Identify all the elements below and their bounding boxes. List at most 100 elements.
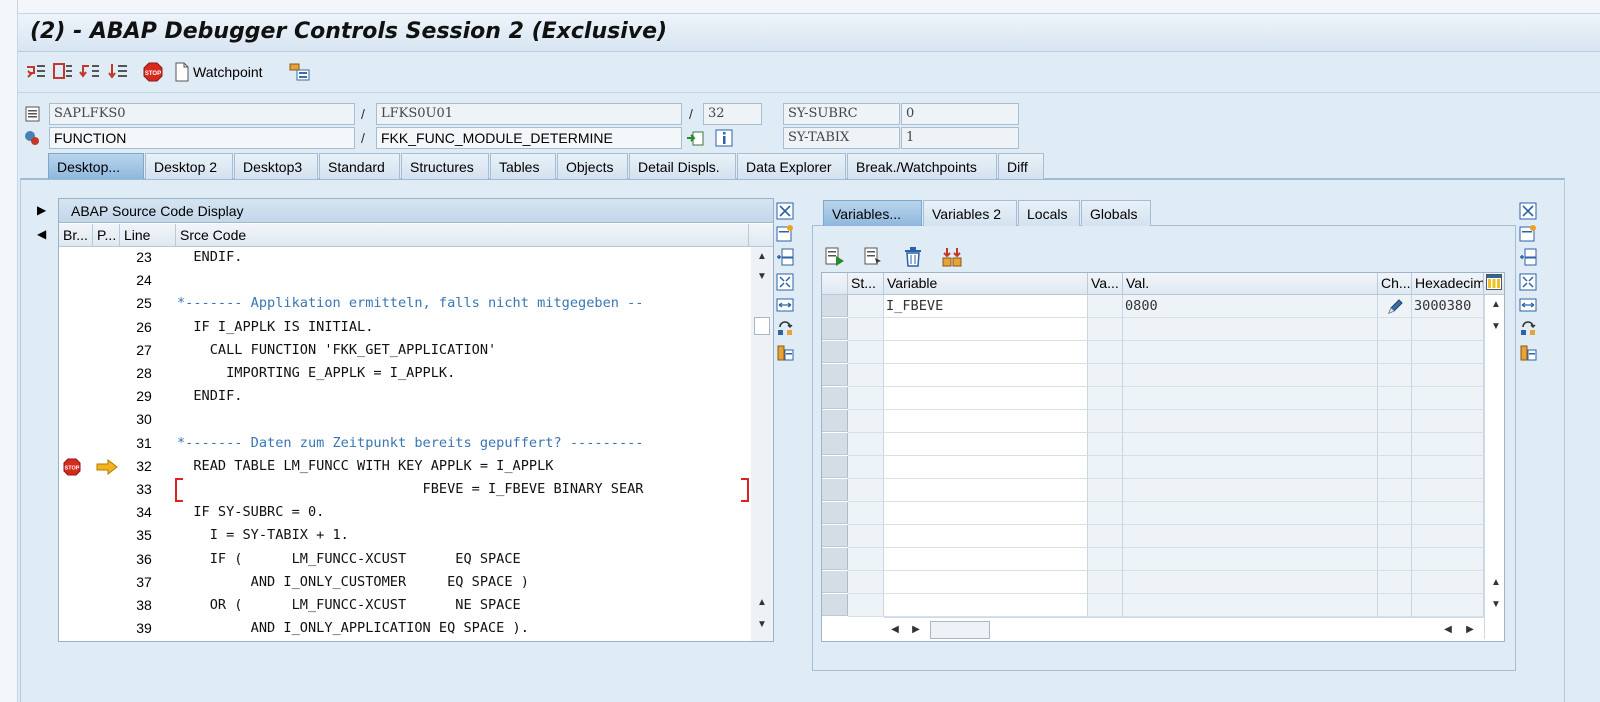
grid-cell[interactable] — [1378, 479, 1412, 502]
code-line[interactable]: 36 IF ( LM_FUNCC-XCUST EQ SPACE — [59, 549, 749, 572]
grid-cell[interactable] — [884, 479, 1088, 502]
code-line[interactable]: 23 ENDIF. — [59, 247, 749, 270]
return-icon[interactable] — [78, 61, 102, 83]
scroll-up-icon[interactable]: ▲ — [754, 595, 770, 611]
scroll-up-icon[interactable]: ▲ — [1488, 297, 1504, 313]
grid-cell[interactable] — [1088, 387, 1123, 410]
grid-cell[interactable] — [1123, 548, 1378, 571]
row-selector[interactable] — [822, 456, 848, 478]
scroll-right-icon[interactable]: ▶ — [908, 622, 924, 638]
grid-cell[interactable] — [1123, 341, 1378, 364]
grid-cell[interactable] — [1412, 571, 1484, 594]
layout-icon[interactable] — [288, 61, 312, 83]
grid-cell[interactable] — [884, 456, 1088, 479]
grid-cell[interactable] — [1378, 387, 1412, 410]
fullscreen-icon[interactable] — [1517, 271, 1539, 293]
grid-cell[interactable] — [1412, 364, 1484, 387]
grid-cell[interactable] — [1123, 433, 1378, 456]
grid-cell[interactable] — [1378, 456, 1412, 479]
scroll-up-icon[interactable]: ▲ — [1488, 575, 1504, 591]
grid-cell[interactable] — [848, 571, 884, 594]
fullscreen-icon[interactable] — [774, 271, 796, 293]
scroll-left-icon[interactable]: ◀ — [887, 622, 903, 638]
tab-data-explorer[interactable]: Data Explorer — [737, 153, 846, 179]
grid-cell[interactable] — [1412, 525, 1484, 548]
grid-cell[interactable] — [848, 387, 884, 410]
row-selector[interactable] — [822, 341, 848, 363]
row-selector[interactable] — [822, 594, 848, 616]
grid-cell[interactable] — [1123, 456, 1378, 479]
grid-cell[interactable] — [1412, 387, 1484, 410]
grid-cell[interactable] — [848, 502, 884, 525]
grid-cell[interactable] — [1088, 479, 1123, 502]
row-selector[interactable] — [822, 548, 848, 570]
tab-desktop-1[interactable]: Desktop... — [48, 153, 144, 179]
code-line[interactable]: 39 AND I_ONLY_APPLICATION EQ SPACE ). — [59, 618, 749, 641]
grid-cell[interactable] — [1088, 341, 1123, 364]
code-line[interactable]: 25 *------- Applikation ermitteln, falls … — [59, 293, 749, 316]
grid-cell[interactable] — [1412, 456, 1484, 479]
code-line[interactable]: 29 ENDIF. — [59, 386, 749, 409]
close-icon[interactable] — [1517, 200, 1539, 222]
row-selector[interactable] — [822, 502, 848, 524]
grid-cell[interactable] — [1088, 433, 1123, 456]
grid-cell[interactable] — [1088, 525, 1123, 548]
grid-cell[interactable] — [1123, 318, 1378, 341]
transfer-icon[interactable] — [940, 246, 964, 268]
row-selector[interactable] — [822, 364, 848, 386]
grid-cell[interactable] — [884, 594, 1088, 617]
grid-vscroll[interactable]: ▲ ▼ ▲ ▼ — [1484, 295, 1504, 639]
grid-cell[interactable] — [1378, 548, 1412, 571]
code-line[interactable]: 26 IF I_APPLK IS INITIAL. — [59, 317, 749, 340]
grid-cell[interactable] — [884, 318, 1088, 341]
grid-cell[interactable] — [884, 548, 1088, 571]
collapse-left-icon[interactable]: ◀ — [37, 227, 46, 241]
grid-cell[interactable] — [1123, 502, 1378, 525]
grid-cell[interactable] — [1123, 387, 1378, 410]
grid-cell[interactable] — [884, 571, 1088, 594]
grid-cell[interactable] — [1123, 525, 1378, 548]
watchpoint-button[interactable]: Watchpoint — [193, 64, 263, 80]
resize-icon[interactable] — [1517, 294, 1539, 316]
code-line[interactable]: 35 I = SY-TABIX + 1. — [59, 525, 749, 548]
hscroll-thumb[interactable] — [930, 621, 990, 639]
grid-cell[interactable] — [848, 548, 884, 571]
grid-cell[interactable] — [1088, 456, 1123, 479]
code-line[interactable]: 27 CALL FUNCTION 'FKK_GET_APPLICATION' — [59, 340, 749, 363]
col-breakpoint[interactable]: Br... — [59, 224, 93, 247]
continue-icon[interactable] — [106, 61, 130, 83]
row-selector[interactable] — [822, 295, 848, 317]
grid-cell[interactable] — [1123, 364, 1378, 387]
grid-cell[interactable] — [1412, 502, 1484, 525]
grid-cell[interactable] — [1412, 479, 1484, 502]
tab-diff[interactable]: Diff — [998, 153, 1044, 179]
swap-icon[interactable] — [1517, 317, 1539, 339]
grid-cell[interactable]: 0800 — [1123, 295, 1378, 318]
grid-cell[interactable] — [884, 341, 1088, 364]
grid-cell[interactable] — [1378, 502, 1412, 525]
grid-cell[interactable] — [848, 479, 884, 502]
detail-view-icon[interactable] — [823, 246, 847, 268]
grid-cell[interactable] — [1088, 571, 1123, 594]
col-status[interactable]: St... — [848, 273, 884, 295]
source-vscroll[interactable]: ▲ ▼ ▲ ▼ — [751, 247, 773, 641]
scroll-down-icon[interactable]: ▼ — [1488, 319, 1504, 335]
row-selector[interactable] — [822, 318, 848, 340]
services-icon[interactable] — [1517, 342, 1539, 364]
grid-cell[interactable] — [884, 433, 1088, 456]
grid-cell[interactable] — [1123, 594, 1378, 617]
col-select[interactable] — [822, 273, 848, 295]
row-selector[interactable] — [822, 571, 848, 593]
display-icon[interactable] — [862, 246, 886, 268]
col-line[interactable]: Line — [120, 224, 176, 247]
grid-cell[interactable] — [848, 341, 884, 364]
scroll-thumb[interactable] — [754, 317, 770, 335]
grid-cell[interactable] — [1378, 318, 1412, 341]
grid-cell[interactable] — [848, 364, 884, 387]
grid-cell[interactable] — [1378, 341, 1412, 364]
grid-cell[interactable]: I_FBEVE — [884, 295, 1088, 318]
grid-cell[interactable] — [848, 594, 884, 617]
code-line[interactable]: 32 READ TABLE LM_FUNCC WITH KEY APPLK = … — [59, 456, 749, 479]
tab-variables-1[interactable]: Variables... — [823, 200, 922, 226]
watchpoint-icon[interactable] — [170, 61, 194, 83]
